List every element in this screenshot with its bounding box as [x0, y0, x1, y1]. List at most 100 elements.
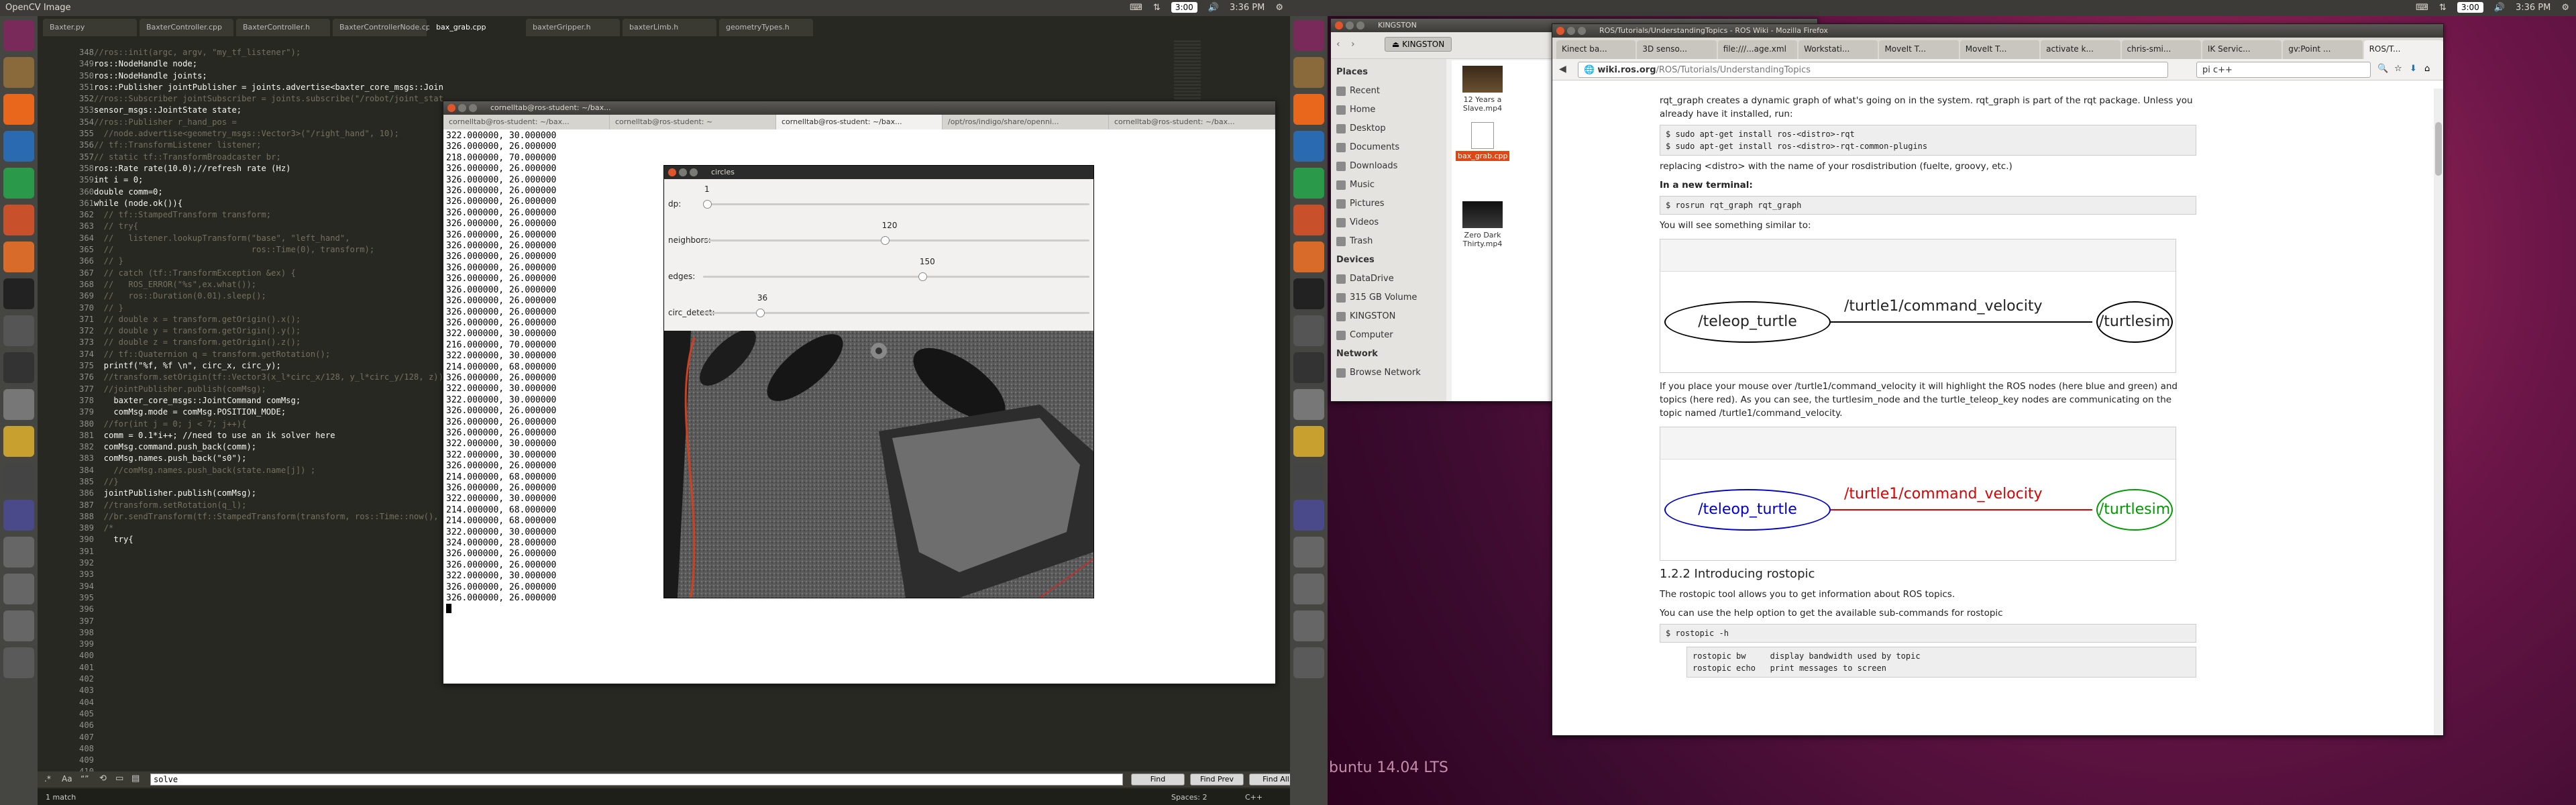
sidebar-item-pictures[interactable]: Pictures: [1335, 195, 1442, 213]
maximize-icon[interactable]: [469, 104, 477, 112]
back-icon[interactable]: ‹: [1336, 39, 1340, 50]
sidebar-item-315-gb-volume[interactable]: 315 GB Volume: [1335, 288, 1442, 307]
amazon-icon[interactable]: [1293, 278, 1324, 309]
impress-icon[interactable]: [1293, 205, 1324, 235]
trackbar-thumb[interactable]: [880, 236, 890, 245]
download-icon[interactable]: ⬇: [2410, 64, 2417, 74]
editor-tab[interactable]: BaxterControllerNode.cpp: [333, 19, 435, 36]
trash-icon[interactable]: [1293, 647, 1324, 678]
wrap-toggle[interactable]: ⟲: [99, 773, 107, 784]
editor-tab[interactable]: bax_grab.cpp: [429, 19, 523, 36]
help-icon[interactable]: [3, 500, 34, 531]
file-item[interactable]: bax_grab.cpp: [1456, 122, 1510, 161]
firefox-icon[interactable]: [1293, 94, 1324, 125]
network-icon[interactable]: ⇅: [2439, 3, 2447, 13]
terminal-icon[interactable]: [1293, 352, 1324, 383]
browser-tab[interactable]: gv:Point ...: [2283, 40, 2363, 59]
battery-indicator[interactable]: 3:00: [1171, 2, 1197, 13]
terminal-tab[interactable]: cornelltab@ros-student: ~/bax...: [443, 115, 610, 129]
sublime-icon[interactable]: [1293, 463, 1324, 494]
file-item[interactable]: Zero Dark Thirty.mp4: [1456, 201, 1509, 248]
sidebar-item-computer[interactable]: Computer: [1335, 326, 1442, 345]
search-input[interactable]: pi c++: [2196, 62, 2371, 78]
find-button[interactable]: Find: [1131, 773, 1185, 786]
disk-icon[interactable]: [3, 389, 34, 420]
editor-tab[interactable]: Baxter.py: [43, 19, 137, 36]
status-language[interactable]: C++: [1245, 793, 1263, 802]
page-scrollbar[interactable]: [2434, 89, 2443, 735]
text-editor-icon[interactable]: [3, 426, 34, 457]
dash-icon[interactable]: [1293, 20, 1324, 51]
gear-icon[interactable]: ⚙: [1275, 3, 1283, 13]
browser-tab[interactable]: activate k...: [2041, 40, 2121, 59]
maximize-icon[interactable]: [690, 168, 698, 176]
minimize-icon[interactable]: [679, 168, 687, 176]
scroll-thumb[interactable]: [2435, 122, 2442, 176]
browser-tab[interactable]: Workstati...: [1799, 40, 1878, 59]
terminal-tab[interactable]: cornelltab@ros-student: ~/bax...: [1109, 115, 1275, 129]
sidebar-item-music[interactable]: Music: [1335, 176, 1442, 195]
clock[interactable]: 3:36 PM: [1230, 3, 1265, 13]
gear-icon[interactable]: ⚙: [2561, 3, 2569, 13]
trackbar-track[interactable]: [703, 203, 1089, 205]
drive-icon[interactable]: [1293, 574, 1324, 604]
trackbar-track[interactable]: [703, 276, 1089, 278]
network-icon[interactable]: ⇅: [1153, 3, 1161, 13]
selection-toggle[interactable]: ▭: [115, 773, 123, 784]
files-icon[interactable]: [3, 57, 34, 88]
dash-icon[interactable]: [3, 20, 34, 51]
browser-tab[interactable]: MoveIt T...: [1879, 40, 1959, 59]
editor-tab[interactable]: baxterLimb.h: [623, 19, 716, 36]
sidebar-item-videos[interactable]: Videos: [1335, 213, 1442, 232]
browser-tab[interactable]: IK Servic...: [2202, 40, 2282, 59]
maximize-icon[interactable]: [1356, 21, 1364, 30]
trackbar-thumb[interactable]: [755, 309, 765, 317]
system-settings-icon[interactable]: [3, 315, 34, 346]
firefox-icon[interactable]: [3, 94, 34, 125]
software-center-icon[interactable]: [1293, 241, 1324, 272]
trackbar-track[interactable]: [703, 239, 1089, 241]
minimize-icon[interactable]: [458, 104, 466, 112]
close-icon[interactable]: [1556, 27, 1564, 35]
help-icon[interactable]: [1293, 500, 1324, 531]
usb-icon[interactable]: [1293, 610, 1324, 641]
drive-icon[interactable]: [1293, 537, 1324, 568]
amazon-icon[interactable]: [3, 278, 34, 309]
sidebar-item-downloads[interactable]: Downloads: [1335, 157, 1442, 176]
drive-icon[interactable]: [3, 574, 34, 604]
home-icon[interactable]: ⌂: [2424, 64, 2430, 74]
back-icon[interactable]: ◀: [1559, 64, 1566, 74]
close-icon[interactable]: [668, 168, 676, 176]
file-item[interactable]: 12 Years a Slave.mp4: [1456, 66, 1509, 113]
sidebar-item-browse-network[interactable]: Browse Network: [1335, 364, 1442, 382]
code-area[interactable]: //ros::init(argc, argv, "my_tf_listener"…: [94, 47, 443, 546]
minimize-icon[interactable]: [1346, 21, 1354, 30]
calc-icon[interactable]: [3, 168, 34, 199]
impress-icon[interactable]: [3, 205, 34, 235]
browser-tab[interactable]: MoveIt T...: [1960, 40, 2040, 59]
url-bar[interactable]: 🌐 wiki.ros.org/ROS/Tutorials/Understandi…: [1578, 62, 2168, 78]
regex-toggle[interactable]: .*: [44, 774, 51, 784]
trackbar-thumb[interactable]: [918, 272, 927, 281]
clock[interactable]: 3:36 PM: [2516, 3, 2551, 13]
writer-icon[interactable]: [3, 131, 34, 162]
sidebar-item-desktop[interactable]: Desktop: [1335, 119, 1442, 138]
trash-icon[interactable]: [3, 647, 34, 678]
files-icon[interactable]: [1293, 57, 1324, 88]
word-toggle[interactable]: “”: [80, 774, 89, 784]
terminal-tab[interactable]: /opt/ros/indigo/share/openni...: [943, 115, 1109, 129]
terminal-tab[interactable]: cornelltab@ros-student: ~/bax...: [776, 115, 943, 129]
sidebar-item-home[interactable]: Home: [1335, 101, 1442, 119]
sidebar-item-documents[interactable]: Documents: [1335, 138, 1442, 157]
calc-icon[interactable]: [1293, 168, 1324, 199]
browser-tab[interactable]: ROS/T...: [2363, 40, 2443, 59]
trackbar-thumb[interactable]: [703, 200, 712, 209]
close-icon[interactable]: [447, 104, 455, 112]
drive-icon[interactable]: [3, 537, 34, 568]
case-toggle[interactable]: Aa: [62, 774, 72, 784]
bookmark-icon[interactable]: ☆: [2394, 64, 2402, 74]
editor-tab[interactable]: baxterGripper.h: [526, 19, 620, 36]
highlight-toggle[interactable]: ▤: [131, 773, 140, 784]
editor-tab[interactable]: BaxterController.h: [236, 19, 330, 36]
volume-icon[interactable]: 🔊: [2494, 3, 2505, 13]
